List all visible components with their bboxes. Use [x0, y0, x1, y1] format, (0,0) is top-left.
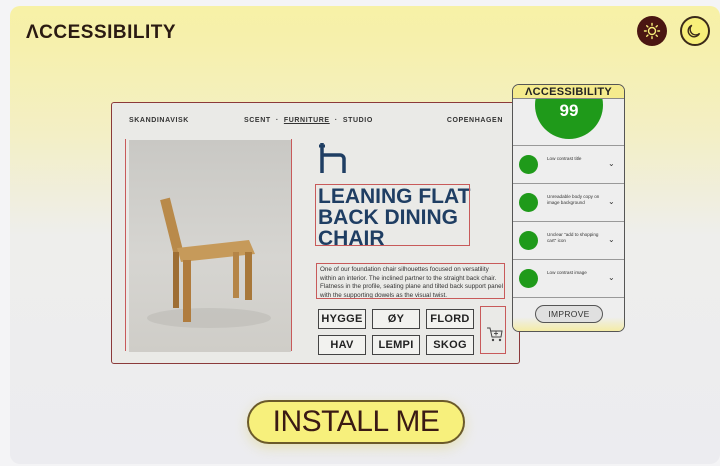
issue-status-dot [519, 231, 538, 250]
issue-label: Low contrast title [547, 156, 582, 161]
issue-item[interactable]: Low contrast image ⌄ [513, 259, 624, 295]
issue-item[interactable]: Unclear "add to shopping cart" icon ⌄ [513, 221, 624, 257]
cart-highlight [480, 306, 506, 354]
issue-status-dot [519, 269, 538, 288]
website-preview: SKANDINAVISK SCENT · FURNITURE · STUDIO … [111, 102, 520, 364]
tag-flord[interactable]: FLORD [426, 309, 474, 329]
chair-logo-icon [319, 141, 349, 180]
chair-image [147, 197, 271, 328]
sun-icon [643, 22, 661, 40]
issue-label: Unclear "add to shopping cart" icon [547, 232, 599, 243]
issue-status-dot [519, 193, 538, 212]
chevron-down-icon: ⌄ [608, 235, 615, 244]
chevron-down-icon: ⌄ [608, 197, 615, 206]
site-nav-links: SCENT · FURNITURE · STUDIO [244, 117, 373, 124]
description-highlight [316, 263, 505, 299]
nav-link-furniture[interactable]: FURNITURE [284, 117, 330, 124]
app-frame: ΛCCESSIBILITY SKANDINAVISK SCENT · FURNI… [10, 6, 720, 464]
panel-footer: IMPROVE [513, 297, 624, 331]
tag-hygge[interactable]: HYGGE [318, 309, 366, 329]
product-photo [129, 140, 291, 352]
issue-label: Low contrast image [547, 270, 587, 275]
chevron-down-icon: ⌄ [608, 159, 615, 168]
moon-icon [687, 24, 701, 38]
issue-status-dot [519, 155, 538, 174]
tag-hav[interactable]: HAV [318, 335, 366, 355]
tag-skog[interactable]: SKOG [426, 335, 474, 355]
title-highlight [315, 184, 470, 246]
tag-lempi[interactable]: LEMPI [372, 335, 420, 355]
nav-link-scent[interactable]: SCENT [244, 117, 271, 124]
chevron-down-icon: ⌄ [608, 273, 615, 282]
issue-item[interactable]: Unreadable body copy on image background… [513, 183, 624, 219]
install-button[interactable]: INSTALL ME [247, 400, 465, 444]
accessibility-panel: 99 ΛCCESSIBILITY Low contrast title ⌄ Un… [512, 84, 625, 332]
issue-label: Unreadable body copy on image background [547, 194, 600, 205]
tag-oy[interactable]: ØY [372, 309, 420, 329]
nav-link-studio[interactable]: STUDIO [343, 117, 373, 124]
site-nav: SKANDINAVISK SCENT · FURNITURE · STUDIO … [112, 117, 519, 129]
issue-item[interactable]: Low contrast title ⌄ [513, 145, 624, 181]
improve-button[interactable]: IMPROVE [535, 305, 603, 323]
light-mode-button[interactable] [637, 16, 667, 46]
site-brand[interactable]: SKANDINAVISK [129, 117, 189, 124]
brand-logo: ΛCCESSIBILITY [26, 22, 177, 43]
panel-title: ΛCCESSIBILITY [513, 85, 624, 99]
dark-mode-button[interactable] [680, 16, 710, 46]
site-city[interactable]: COPENHAGEN [447, 117, 503, 124]
